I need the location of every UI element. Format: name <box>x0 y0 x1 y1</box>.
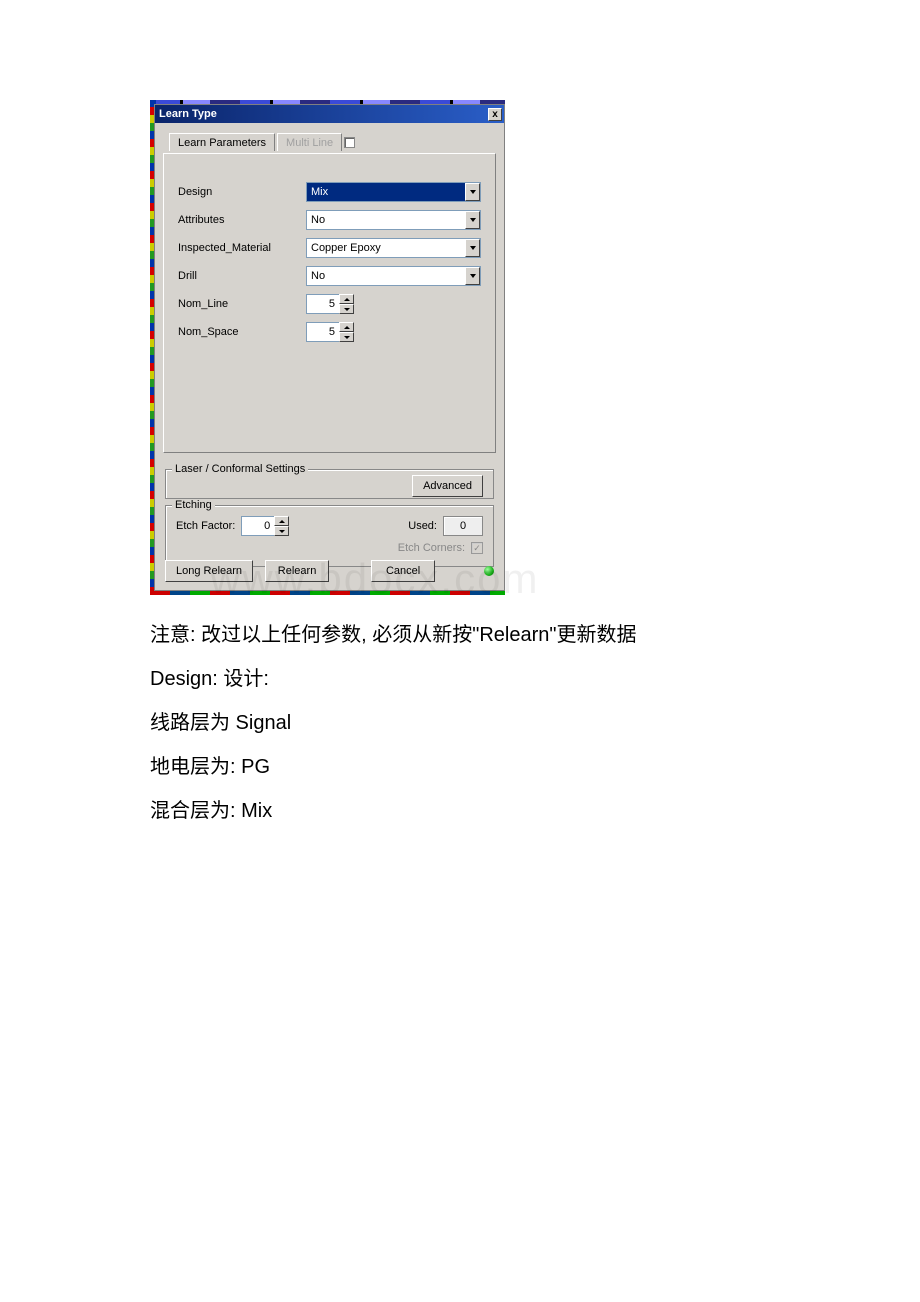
nom-space-label: Nom_Space <box>178 326 298 338</box>
etching-legend: Etching <box>172 499 215 511</box>
mix-text: 混合层为: Mix <box>150 791 770 831</box>
spin-down-icon[interactable] <box>339 304 354 314</box>
nom-space-spinner[interactable]: 5 <box>306 322 354 342</box>
spin-up-icon[interactable] <box>274 516 289 526</box>
chevron-down-icon[interactable] <box>465 183 480 201</box>
nom-line-label: Nom_Line <box>178 298 298 310</box>
etching-group: Etching Etch Factor: 0 Used: 0 <box>165 505 494 567</box>
parameters-panel: Design Mix Attributes No <box>163 153 496 453</box>
advanced-button[interactable]: Advanced <box>412 475 483 497</box>
design-value: Mix <box>311 186 328 198</box>
inspected-material-label: Inspected_Material <box>178 242 298 254</box>
inspected-material-value: Copper Epoxy <box>311 242 381 254</box>
design-label: Design <box>178 186 298 198</box>
relearn-button[interactable]: Relearn <box>265 560 329 582</box>
etch-factor-value: 0 <box>241 516 274 536</box>
spin-up-icon[interactable] <box>339 294 354 304</box>
laser-legend: Laser / Conformal Settings <box>172 463 308 475</box>
tab-learn-parameters[interactable]: Learn Parameters <box>169 133 275 151</box>
inspected-material-select[interactable]: Copper Epoxy <box>306 238 481 258</box>
nom-space-value: 5 <box>306 322 339 342</box>
close-icon[interactable]: x <box>488 108 502 121</box>
titlebar: Learn Type x <box>155 105 504 123</box>
learn-type-dialog: Learn Type x Learn Parameters Multi Line… <box>150 100 505 595</box>
multi-line-checkbox[interactable] <box>344 137 355 148</box>
chevron-down-icon[interactable] <box>465 211 480 229</box>
tab-row: Learn Parameters Multi Line <box>161 129 498 151</box>
tab-label: Multi Line <box>286 137 333 149</box>
attributes-value: No <box>311 214 325 226</box>
pg-text: 地电层为: PG <box>150 747 770 787</box>
tab-multi-line[interactable]: Multi Line <box>277 133 342 151</box>
window-title: Learn Type <box>159 108 217 120</box>
long-relearn-button[interactable]: Long Relearn <box>165 560 253 582</box>
chevron-down-icon[interactable] <box>465 267 480 285</box>
document-body: www.bdocx.com 注意: 改过以上任何参数, 必须从新按"Relear… <box>150 615 770 831</box>
design-text: Design: 设计: <box>150 659 770 699</box>
laser-conformal-group: Laser / Conformal Settings Advanced <box>165 469 494 499</box>
nom-line-spinner[interactable]: 5 <box>306 294 354 314</box>
drill-select[interactable]: No <box>306 266 481 286</box>
drill-label: Drill <box>178 270 298 282</box>
tab-label: Learn Parameters <box>178 137 266 149</box>
note-text: 注意: 改过以上任何参数, 必须从新按"Relearn"更新数据 <box>150 615 770 655</box>
status-dot-icon <box>484 566 494 576</box>
used-value: 0 <box>443 516 483 536</box>
spin-up-icon[interactable] <box>339 322 354 332</box>
nom-line-value: 5 <box>306 294 339 314</box>
etch-factor-label: Etch Factor: <box>176 520 235 532</box>
used-label: Used: <box>408 520 437 532</box>
etch-corners-checkbox[interactable]: ✓ <box>471 542 483 554</box>
cancel-button[interactable]: Cancel <box>371 560 435 582</box>
etch-factor-spinner[interactable]: 0 <box>241 516 289 536</box>
dialog-button-row: Long Relearn Relearn Cancel <box>165 560 494 582</box>
etch-corners-label: Etch Corners: <box>398 542 465 554</box>
chevron-down-icon[interactable] <box>465 239 480 257</box>
spin-down-icon[interactable] <box>274 526 289 536</box>
design-select[interactable]: Mix <box>306 182 481 202</box>
drill-value: No <box>311 270 325 282</box>
signal-text: 线路层为 Signal <box>150 703 770 743</box>
spin-down-icon[interactable] <box>339 332 354 342</box>
window-frame: Learn Type x Learn Parameters Multi Line… <box>154 104 505 591</box>
attributes-select[interactable]: No <box>306 210 481 230</box>
attributes-label: Attributes <box>178 214 298 226</box>
